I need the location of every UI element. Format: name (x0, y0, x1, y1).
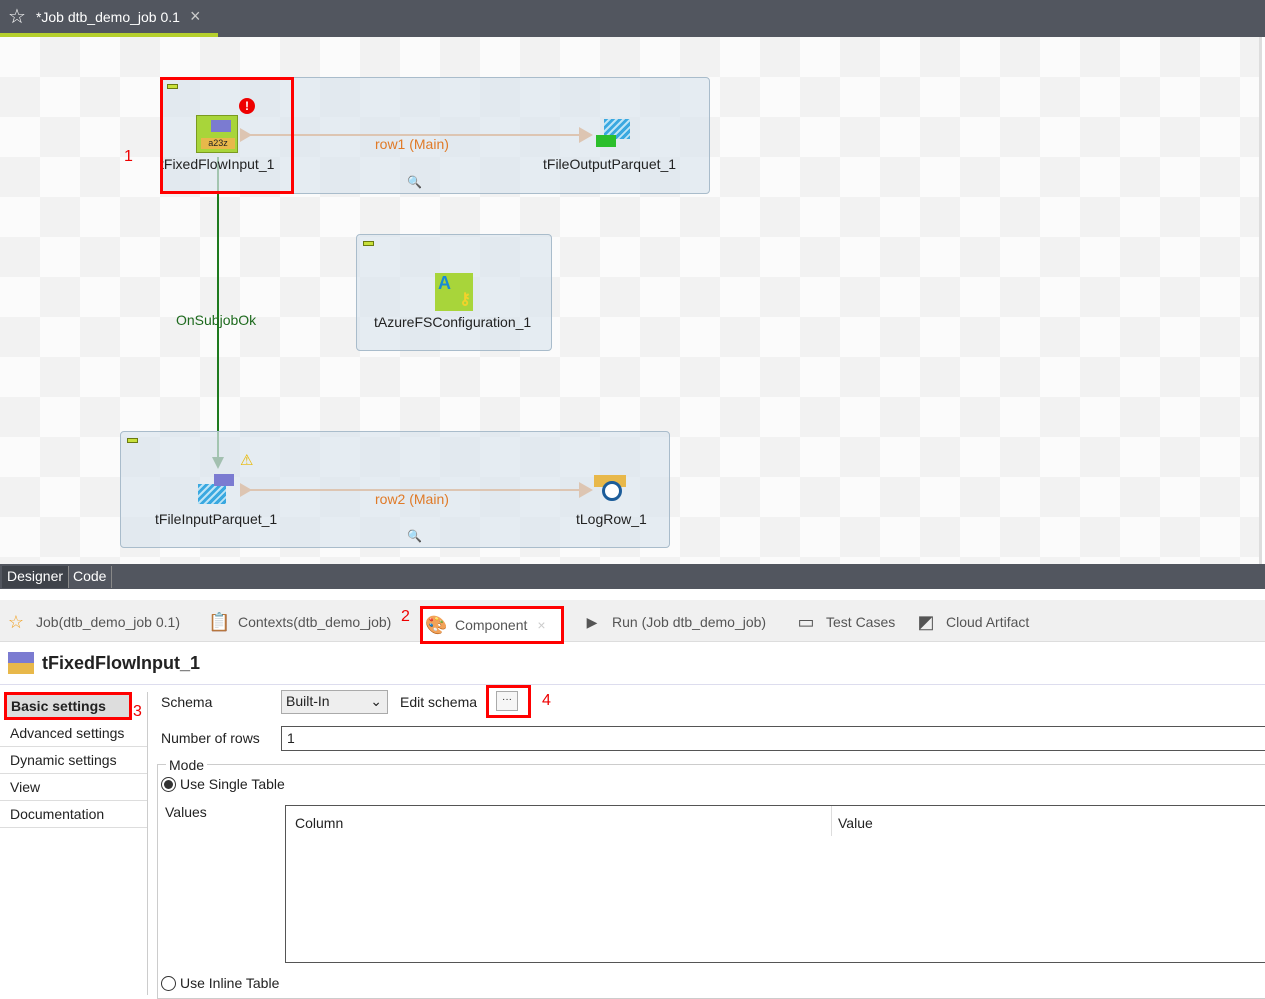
zoom-icon[interactable]: 🔍 (407, 175, 422, 189)
palette-icon: 🎨 (425, 615, 448, 635)
window-icon: ▭ (797, 612, 815, 632)
row1-label[interactable]: row1 (Main) (375, 136, 449, 152)
sidebar-basic-settings[interactable]: Basic settings (4, 692, 132, 720)
values-table[interactable]: Column Value (285, 805, 1265, 963)
zoom-icon[interactable]: 🔍 (407, 529, 422, 543)
annotation-3: 3 (133, 703, 142, 720)
use-inline-table-radio[interactable]: Use Inline Table (161, 975, 279, 991)
tab-code[interactable]: Code (68, 566, 113, 588)
chevron-down-icon: ⌄ (370, 693, 382, 709)
clipboard-icon: 📋 (208, 612, 231, 632)
sidebar-dynamic-settings[interactable]: Dynamic settings (0, 747, 147, 774)
divider (0, 684, 1265, 685)
use-single-table-radio[interactable]: Use Single Table (161, 776, 285, 792)
schema-select[interactable]: Built-In ⌄ (281, 690, 388, 714)
mode-label: Mode (166, 757, 208, 773)
tab-test-cases[interactable]: ▭ Test Cases (796, 612, 895, 632)
component-label: tFileInputParquet_1 (155, 511, 278, 527)
component-title: tFixedFlowInput_1 (42, 652, 201, 673)
tab-job[interactable]: ☆ Job(dtb_demo_job 0.1) (6, 612, 180, 632)
annotation-4: 4 (542, 692, 551, 709)
edit-schema-button[interactable]: ··· (496, 691, 518, 711)
column-header-value[interactable]: Value (838, 815, 873, 831)
parquet-input-icon[interactable] (198, 472, 236, 508)
job-star-icon: ☆ (8, 6, 26, 28)
highlight-box-1 (160, 77, 294, 194)
job-editor-tab[interactable]: ☆ *Job dtb_demo_job 0.1 × (0, 0, 218, 37)
annotation-2: 2 (401, 608, 410, 625)
sidebar-view[interactable]: View (0, 774, 147, 801)
schema-label: Schema (161, 694, 213, 710)
tab-component[interactable]: 🎨 Component × (420, 606, 564, 644)
onsubjobok-label[interactable]: OnSubjobOk (176, 312, 256, 328)
tab-run[interactable]: ▶ Run (Job dtb_demo_job) (582, 612, 767, 632)
tab-designer[interactable]: Designer (2, 566, 70, 588)
artifact-icon: ◩ (917, 612, 935, 632)
azure-config-icon[interactable]: A ⚷ (435, 273, 473, 311)
parquet-output-icon[interactable] (596, 119, 632, 151)
star-icon: ☆ (7, 612, 25, 632)
warning-icon: ⚠ (240, 452, 254, 469)
column-header-column[interactable]: Column (295, 815, 343, 831)
component-label: tLogRow_1 (576, 511, 647, 527)
component-label: tFileOutputParquet_1 (543, 156, 677, 172)
job-tab-title: *Job dtb_demo_job 0.1 (35, 8, 180, 25)
sidebar-advanced-settings[interactable]: Advanced settings (0, 720, 147, 747)
log-row-icon[interactable] (594, 475, 630, 507)
close-tab-icon[interactable]: × (190, 6, 201, 27)
tab-contexts[interactable]: 📋 Contexts(dtb_demo_job) (208, 612, 391, 632)
component-header: tFixedFlowInput_1 (8, 652, 200, 674)
fixed-flow-input-icon (8, 652, 34, 674)
rows-label: Number of rows (161, 730, 260, 746)
tab-cloud-artifact[interactable]: ◩ Cloud Artifact (916, 612, 1029, 632)
edit-schema-label: Edit schema (400, 694, 478, 710)
run-icon: ▶ (586, 614, 598, 630)
designer-canvas[interactable]: a23z ! tFixedFlowInput_1 row1 (Main) tFi… (0, 37, 1262, 564)
view-tab-bar: Designer Code (0, 564, 1265, 589)
values-label: Values (165, 804, 207, 820)
annotation-1: 1 (124, 148, 133, 165)
component-label: tAzureFSConfiguration_1 (374, 314, 532, 330)
panel-tabs: ☆ Job(dtb_demo_job 0.1) 📋 Contexts(dtb_dem… (0, 600, 1265, 644)
row2-label[interactable]: row2 (Main) (375, 491, 449, 507)
number-of-rows-input[interactable]: 1 (281, 726, 1265, 751)
sidebar-documentation[interactable]: Documentation (0, 801, 147, 828)
settings-sidebar: Basic settings Advanced settings Dynamic… (0, 692, 148, 995)
